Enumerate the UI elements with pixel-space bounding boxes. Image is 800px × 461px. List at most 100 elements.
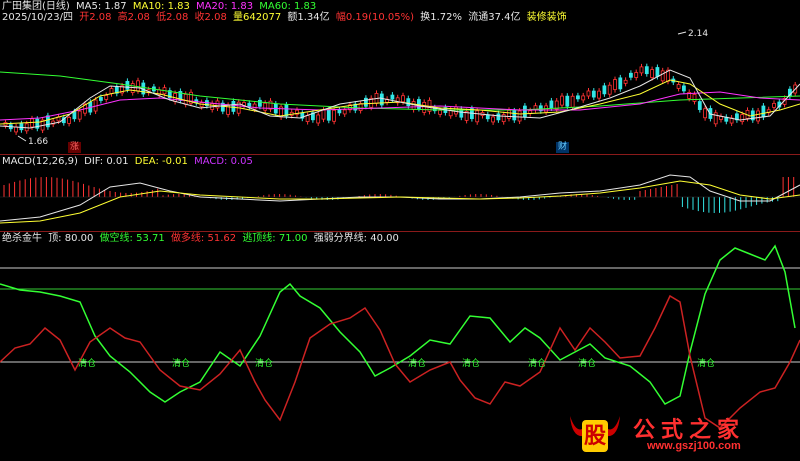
badge-zhang[interactable]: 涨 xyxy=(68,142,82,153)
candle-body xyxy=(19,123,24,131)
ma10-value: MA10: 1.83 xyxy=(132,1,190,12)
candle-body xyxy=(46,115,50,128)
date-label: 2025/10/23/四 xyxy=(2,12,74,23)
candle-body xyxy=(252,103,257,110)
qingcang-label: 清仓 xyxy=(697,357,715,369)
candle-body xyxy=(512,110,517,121)
badge-cai[interactable]: 财 xyxy=(556,142,570,153)
high-mark: 2.14 xyxy=(688,29,708,39)
candle-body xyxy=(99,97,103,101)
qingcang-label: 清仓 xyxy=(408,357,426,369)
qingcang-label: 清仓 xyxy=(78,357,96,369)
candle-body xyxy=(263,102,268,111)
candle-body xyxy=(337,109,342,114)
candle-body xyxy=(231,101,236,112)
candle-body xyxy=(560,95,564,106)
candle-body xyxy=(406,98,411,107)
candle-body xyxy=(507,110,511,119)
candle-body xyxy=(639,66,644,74)
ma60-value: MA60: 1.83 xyxy=(259,1,317,12)
candle-body xyxy=(215,100,220,109)
candle-body xyxy=(565,95,570,107)
candle-body xyxy=(523,105,527,118)
short-line xyxy=(0,244,796,405)
candle-body xyxy=(411,101,416,110)
candle-body xyxy=(14,126,19,133)
candle-body xyxy=(316,114,321,124)
close-value: 收2.08 xyxy=(194,12,227,23)
candle-body xyxy=(321,109,326,120)
candle-body xyxy=(676,84,681,89)
candle-body xyxy=(342,109,347,115)
candle-body xyxy=(491,116,496,123)
low-value: 低2.08 xyxy=(156,12,189,23)
ma5-value: MA5: 1.87 xyxy=(76,1,127,12)
candle-body xyxy=(67,116,71,124)
candle-body xyxy=(623,79,628,84)
candle-body xyxy=(756,110,760,122)
candle-body xyxy=(570,95,575,108)
candle-body xyxy=(655,67,660,77)
candle-body xyxy=(332,109,337,122)
candle-body xyxy=(326,109,331,121)
candle-body xyxy=(634,72,639,78)
candle-body xyxy=(363,97,368,107)
candle-body xyxy=(109,88,114,94)
change-value: 幅0.19(10.05%) xyxy=(335,12,415,23)
watermark-logo: 股 xyxy=(566,410,624,456)
macd-histogram xyxy=(3,177,795,213)
candle-body xyxy=(475,110,480,123)
candle-body xyxy=(305,115,310,122)
candle-body xyxy=(591,90,596,98)
candle-body xyxy=(72,111,77,120)
volume-value: 量642077 xyxy=(233,12,282,23)
ma60-line xyxy=(0,71,800,111)
candle-body xyxy=(257,99,262,107)
candle-body xyxy=(549,100,554,109)
float-value: 流通37.4亿 xyxy=(468,12,521,23)
candle-body xyxy=(422,102,427,113)
qingcang-label: 清仓 xyxy=(462,357,480,369)
candle-body xyxy=(607,84,612,95)
candle-body xyxy=(597,90,601,99)
ma20-line xyxy=(0,91,800,121)
ma20-value: MA20: 1.83 xyxy=(196,1,254,12)
candle-body xyxy=(703,108,707,119)
high-value: 高2.08 xyxy=(117,12,150,23)
candle-body xyxy=(496,113,501,121)
header-line-2: 2025/10/23/四 开2.08 高2.08 低2.08 收2.08 量64… xyxy=(2,12,570,24)
indicator-pane[interactable]: 绝杀金牛 顶: 80.00 做空线: 53.71 做多线: 51.62 逃顶线:… xyxy=(0,232,800,461)
candle-body xyxy=(650,69,654,78)
open-value: 开2.08 xyxy=(79,12,112,23)
macd-svg xyxy=(0,174,800,224)
watermark-url[interactable]: www.gszj100.com xyxy=(647,440,741,452)
candle-body xyxy=(740,114,745,123)
candle-body xyxy=(390,94,395,100)
qingcang-label: 清仓 xyxy=(528,357,546,369)
candle-body xyxy=(517,110,522,122)
stock-name[interactable]: 广田集团(日线) xyxy=(2,1,70,12)
dea-line xyxy=(0,180,800,224)
qingcang-label: 清仓 xyxy=(172,357,190,369)
price-chart-pane[interactable]: 2.14 1.66 涨 财 xyxy=(0,24,800,154)
candle-body xyxy=(682,85,686,92)
price-chart-svg: 2.14 1.66 xyxy=(0,29,800,147)
candle-body xyxy=(660,70,665,82)
candle-body xyxy=(697,101,702,110)
candle-body xyxy=(761,105,766,118)
sector-label[interactable]: 装修装饰 xyxy=(527,12,567,23)
macd-pane[interactable]: MACD(12,26,9) DIF: 0.01 DEA: -0.01 MACD:… xyxy=(0,155,800,231)
candle-body xyxy=(401,95,405,103)
candle-body xyxy=(284,104,289,117)
candle-body xyxy=(183,93,188,105)
qingcang-label: 清仓 xyxy=(255,357,273,369)
dif-line xyxy=(0,174,800,222)
candle-body xyxy=(618,77,623,90)
candle-body xyxy=(136,80,140,92)
low-mark: 1.66 xyxy=(28,137,48,147)
qingcang-label: 清仓 xyxy=(578,357,596,369)
candle-body xyxy=(629,72,633,78)
logo-glyph: 股 xyxy=(583,423,606,449)
candle-body xyxy=(581,95,586,101)
candle-body xyxy=(692,93,697,102)
